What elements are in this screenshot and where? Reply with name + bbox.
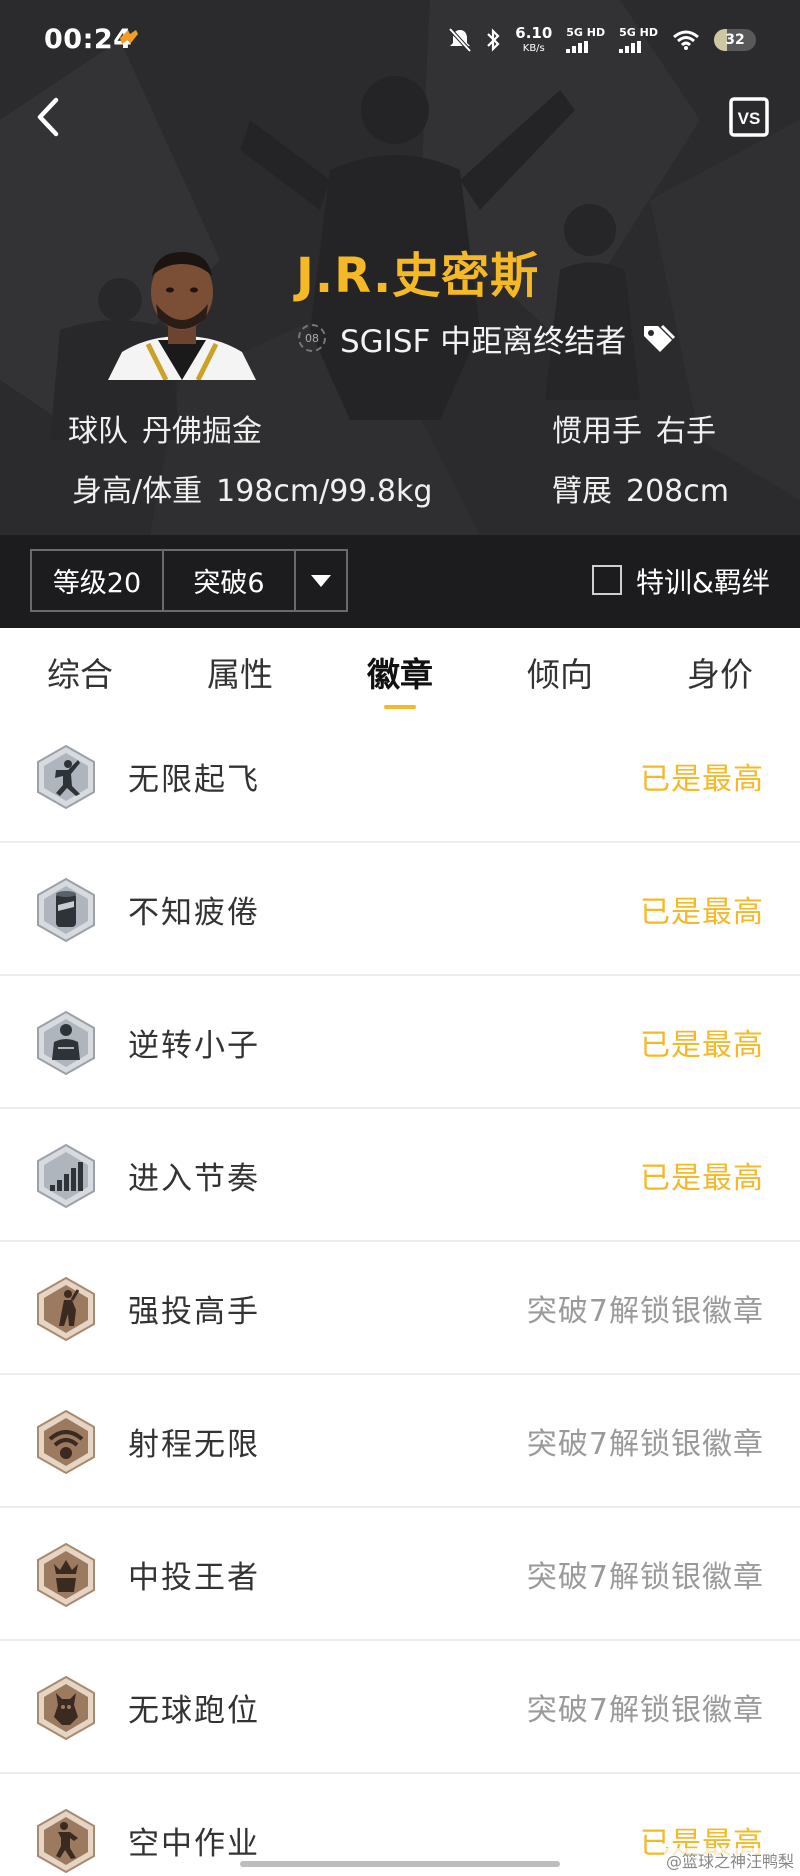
- badge-name: 无球跑位: [128, 1693, 260, 1729]
- mute-bell-icon: [449, 28, 472, 52]
- list-item[interactable]: 进入节奏 已是最高: [0, 1109, 800, 1242]
- app-notification-icon: [120, 30, 138, 44]
- network-speed: 6.10 KB/s: [515, 24, 553, 54]
- mid-range-king-icon: [37, 1542, 95, 1608]
- badge-status: 已是最高: [640, 895, 764, 930]
- level-control-bar: 等级20 突破6 特训&羁绊: [0, 535, 800, 628]
- badge-name: 射程无限: [128, 1427, 260, 1463]
- tab-value[interactable]: 身价: [640, 648, 800, 696]
- wifi-icon: [673, 30, 699, 50]
- list-item[interactable]: 强投高手 突破7解锁银徽章: [0, 1242, 800, 1375]
- wingspan-info: 臂展 208cm: [552, 466, 729, 510]
- player-badge-title: SGISF 中距离终结者: [340, 323, 627, 360]
- player-name: J.R.史密斯: [296, 248, 540, 304]
- body-label: 身高/体重: [72, 474, 203, 509]
- badge-list: 无限起飞 已是最高 不知疲倦 已是最高 逆转小子 已是最高 进入节奏 已是最高 …: [0, 710, 800, 1876]
- badge-title-row: 08 SGISF 中距离终结者: [298, 318, 676, 360]
- aerial-player-icon: [37, 1808, 95, 1874]
- list-item[interactable]: 不知疲倦 已是最高: [0, 843, 800, 976]
- tab-overview[interactable]: 综合: [0, 648, 160, 696]
- vs-compare-button[interactable]: VS: [728, 96, 770, 138]
- sim2-signal: 5G HD: [619, 27, 658, 53]
- off-ball-runner-icon: [37, 1675, 95, 1741]
- list-item[interactable]: 无限起飞 已是最高: [0, 710, 800, 843]
- badge-status: 已是最高: [640, 762, 764, 797]
- vs-label: VS: [738, 109, 761, 128]
- list-item[interactable]: 逆转小子 已是最高: [0, 976, 800, 1109]
- list-item[interactable]: 射程无限 突破7解锁银徽章: [0, 1375, 800, 1508]
- badge-status: 突破7解锁银徽章: [526, 1294, 764, 1329]
- hand-info: 惯用手 右手: [552, 406, 716, 450]
- back-button[interactable]: [28, 92, 68, 142]
- badge-name: 逆转小子: [128, 1028, 260, 1064]
- level-dropdown-button[interactable]: [294, 549, 348, 612]
- badge-status: 已是最高: [640, 1161, 764, 1196]
- sim1-signal: 5G HD: [566, 27, 605, 53]
- rhythm-bars-icon: [37, 1143, 95, 1209]
- badge-status: 突破7解锁银徽章: [526, 1427, 764, 1462]
- energy-can-icon: [37, 877, 95, 943]
- chevron-left-icon: [37, 97, 59, 137]
- badge-name: 无限起飞: [128, 762, 260, 798]
- signal-bars-icon: [566, 41, 589, 53]
- badge-status: 突破7解锁银徽章: [526, 1693, 764, 1728]
- dunk-player-icon: [37, 744, 95, 810]
- contested-shooter-icon: [37, 1276, 95, 1342]
- badge-status: 突破7解锁银徽章: [526, 1560, 764, 1595]
- tag-icon[interactable]: [640, 322, 676, 354]
- tab-badges[interactable]: 徽章: [320, 648, 480, 696]
- team-value: 丹佛掘金: [142, 414, 262, 449]
- signal-bars-icon: [619, 41, 642, 53]
- caret-down-icon: [311, 574, 331, 587]
- body-value: 198cm/99.8kg: [216, 474, 433, 509]
- badge-name: 进入节奏: [128, 1161, 260, 1197]
- tab-attributes[interactable]: 属性: [160, 648, 320, 696]
- training-bond-checkbox[interactable]: [592, 565, 622, 595]
- body-info: 身高/体重 198cm/99.8kg: [72, 466, 432, 510]
- jersey-number: 08: [298, 324, 326, 352]
- active-tab-indicator: [384, 705, 416, 709]
- training-bond-label[interactable]: 特训&羁绊: [636, 561, 770, 601]
- range-wifi-icon: [37, 1409, 95, 1475]
- battery-indicator: 32: [714, 29, 756, 51]
- badge-name: 空中作业: [128, 1826, 260, 1862]
- list-item[interactable]: 无球跑位 突破7解锁银徽章: [0, 1641, 800, 1774]
- comeback-player-icon: [37, 1010, 95, 1076]
- team-label: 球队: [68, 414, 128, 449]
- list-item[interactable]: 中投王者 突破7解锁银徽章: [0, 1508, 800, 1641]
- team-info: 球队 丹佛掘金: [68, 406, 262, 450]
- tab-tendencies[interactable]: 倾向: [480, 648, 640, 696]
- badge-name: 强投高手: [128, 1294, 260, 1330]
- wingspan-label: 臂展: [552, 474, 612, 509]
- breakthrough-selector[interactable]: 突破6: [162, 549, 296, 612]
- wingspan-value: 208cm: [626, 474, 729, 509]
- watermark: @篮球之神汪鸭梨: [663, 1848, 796, 1872]
- hand-label: 惯用手: [552, 414, 642, 449]
- hand-value: 右手: [656, 414, 716, 449]
- bluetooth-icon: [487, 28, 500, 52]
- badge-status: 已是最高: [640, 1028, 764, 1063]
- badge-name: 不知疲倦: [128, 895, 260, 931]
- home-indicator[interactable]: [240, 1861, 560, 1867]
- level-selector[interactable]: 等级20: [30, 549, 164, 612]
- status-bar: 00:24 6.10 KB/s 5G HD 5G HD 32: [0, 0, 800, 80]
- player-avatar: [108, 252, 256, 380]
- player-header: 00:24 6.10 KB/s 5G HD 5G HD 32 VS J.R.史密…: [0, 0, 800, 628]
- badge-name: 中投王者: [128, 1560, 260, 1596]
